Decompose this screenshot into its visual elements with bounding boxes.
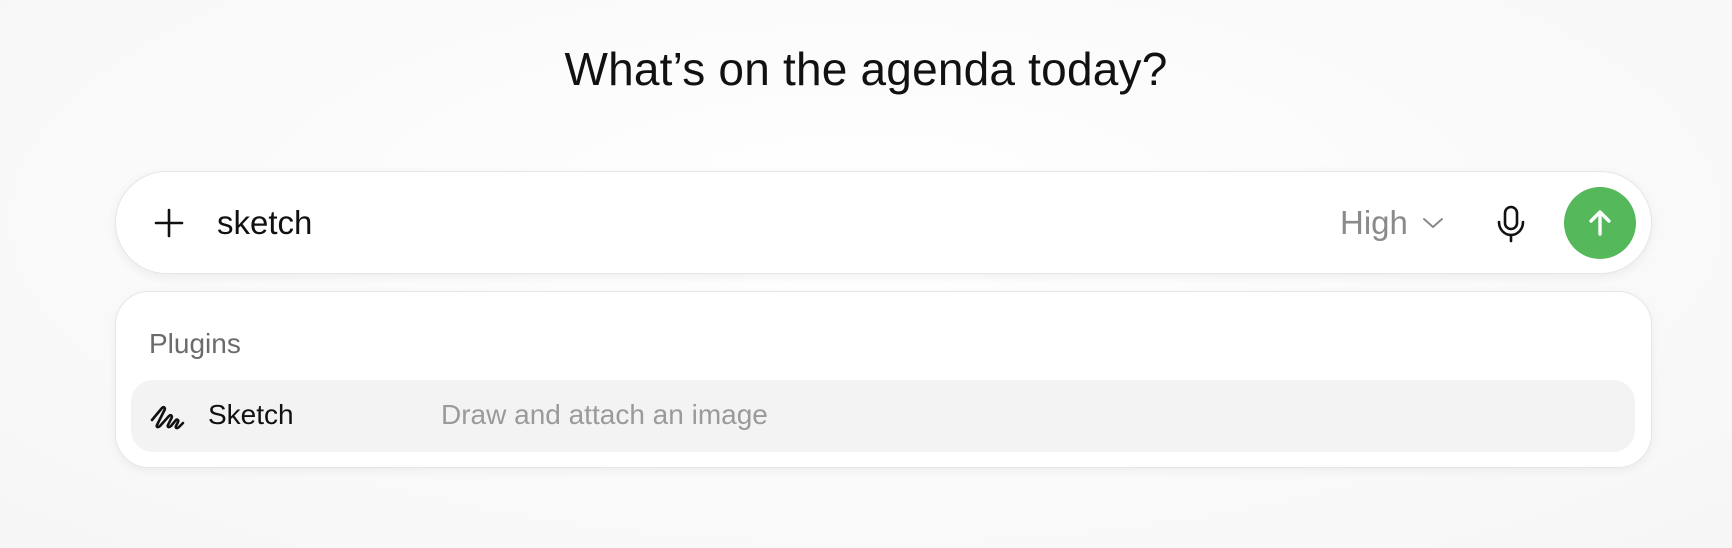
- microphone-icon: [1497, 205, 1525, 243]
- page-headline: What’s on the agenda today?: [564, 43, 1168, 95]
- page: What’s on the agenda today? High: [0, 0, 1732, 548]
- suggestions-dropdown: Plugins Sketch Draw and attach an image: [115, 291, 1652, 468]
- chevron-down-icon: [1422, 218, 1443, 228]
- plugin-name: Sketch: [208, 399, 294, 430]
- voice-input-button[interactable]: [1492, 204, 1530, 244]
- level-dropdown[interactable]: High: [1340, 198, 1444, 248]
- section-label: Plugins: [149, 328, 241, 359]
- sketch-squiggle-icon: [150, 405, 185, 430]
- plugin-description: Draw and attach an image: [441, 399, 768, 430]
- plus-icon: [154, 208, 184, 238]
- add-attachment-button[interactable]: [151, 205, 187, 241]
- level-dropdown-label: High: [1340, 204, 1408, 241]
- prompt-input[interactable]: [217, 198, 1317, 248]
- plugin-item-sketch[interactable]: Sketch Draw and attach an image: [131, 380, 1635, 452]
- send-button[interactable]: [1564, 187, 1636, 259]
- arrow-up-icon: [1589, 210, 1611, 236]
- composer: High: [115, 171, 1652, 274]
